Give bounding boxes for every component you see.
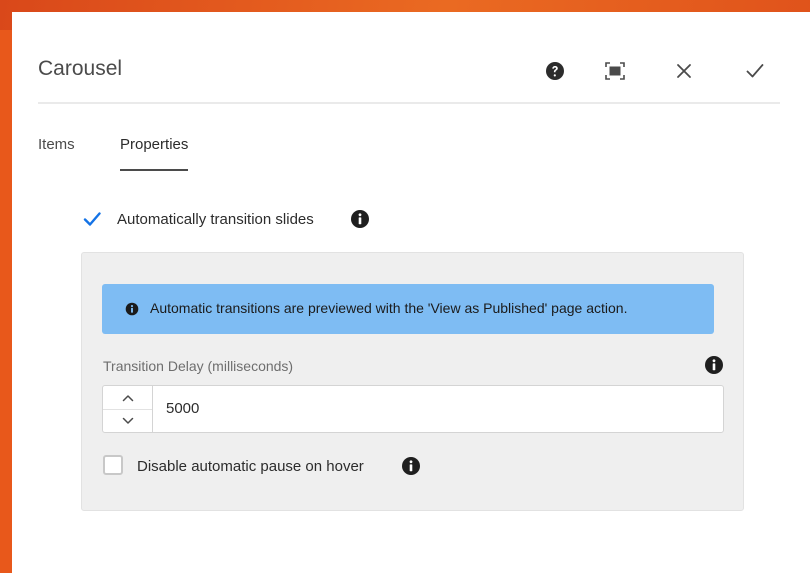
chevron-down-icon xyxy=(122,417,133,424)
info-icon[interactable] xyxy=(350,209,370,229)
dialog-title: Carousel xyxy=(38,57,123,80)
chevron-up-icon xyxy=(122,394,133,401)
close-icon xyxy=(677,64,691,78)
info-icon[interactable] xyxy=(704,355,724,375)
checkmark-icon xyxy=(83,212,101,226)
fullscreen-button[interactable] xyxy=(602,58,628,84)
auto-transition-label: Automatically transition slides xyxy=(117,211,314,228)
carousel-dialog: Carousel Items Properties Automatically … xyxy=(12,12,810,573)
transition-delay-stepper: 5000 xyxy=(102,385,724,433)
info-icon xyxy=(125,302,139,316)
fullscreen-icon xyxy=(605,62,625,80)
alert-message: Automatic transitions are previewed with… xyxy=(150,300,628,316)
checkmark-icon xyxy=(746,64,764,78)
disable-pause-label: Disable automatic pause on hover xyxy=(137,458,364,475)
auto-transition-checkbox[interactable] xyxy=(82,209,102,229)
transition-settings-panel: Automatic transitions are previewed with… xyxy=(81,252,744,511)
tab-items[interactable]: Items xyxy=(38,136,75,169)
increment-button[interactable] xyxy=(103,386,152,410)
transition-delay-input[interactable]: 5000 xyxy=(166,400,199,417)
transition-delay-label: Transition Delay (milliseconds) xyxy=(103,358,294,374)
tab-bar: Items Properties xyxy=(38,136,438,174)
tab-properties[interactable]: Properties xyxy=(120,136,189,171)
decrement-button[interactable] xyxy=(103,409,152,432)
done-button[interactable] xyxy=(742,58,768,84)
dialog-header: Carousel xyxy=(38,12,780,104)
info-icon[interactable] xyxy=(401,456,421,476)
disable-pause-checkbox[interactable] xyxy=(103,455,123,475)
help-button[interactable] xyxy=(542,58,568,84)
stepper-buttons xyxy=(103,386,153,432)
help-icon xyxy=(546,62,564,80)
info-alert: Automatic transitions are previewed with… xyxy=(102,284,714,334)
close-button[interactable] xyxy=(671,58,697,84)
